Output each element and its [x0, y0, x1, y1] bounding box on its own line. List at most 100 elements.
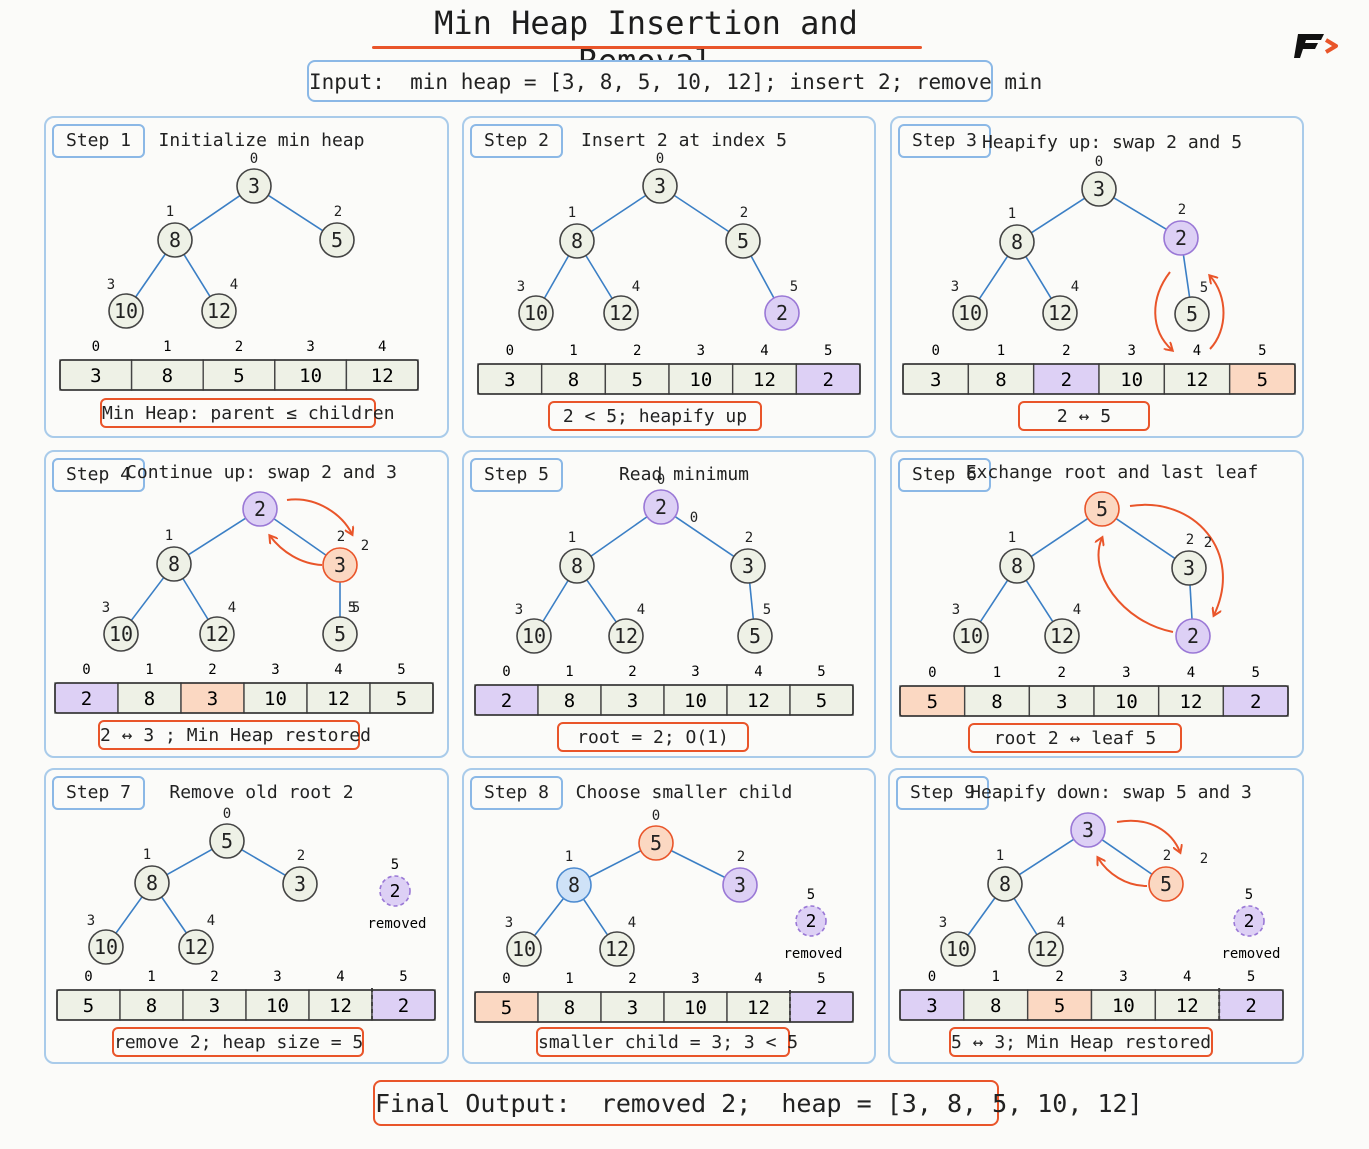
tree-edge [979, 579, 1009, 623]
node-value: 8 [169, 228, 181, 252]
step-caption: 2 < 5; heapify up [548, 401, 762, 431]
heap-node: 81 [556, 849, 592, 903]
heap-node: 50 [209, 806, 245, 859]
tree-edge [674, 515, 735, 558]
array-value: 2 [398, 995, 409, 1017]
node-value: 12 [614, 624, 638, 648]
tree-edge [115, 896, 143, 934]
array-cell: 30 [899, 969, 965, 1021]
array-cell: 32 [600, 971, 665, 1023]
heap-node: 103 [951, 279, 988, 331]
node-index: 4 [632, 279, 640, 295]
array-index: 1 [569, 343, 577, 359]
node-value: 2 [254, 497, 266, 521]
node-index: 0 [250, 151, 258, 167]
array-index: 3 [1122, 665, 1130, 681]
tree-edge [1115, 517, 1176, 560]
node-value: 3 [1082, 818, 1094, 842]
input-description: Input: min heap = [3, 8, 5, 10, 12]; ins… [307, 60, 1042, 102]
array-cell: 12 4 [1157, 665, 1225, 717]
array-index: 0 [928, 969, 936, 985]
node-index: 2 [1186, 532, 1194, 548]
array-value: 8 [991, 691, 1002, 713]
tree-edge [1182, 254, 1191, 298]
step-panel-9: 3 8 1 5 2 10 3 12 4 2 2 5 removed 3 0 8 1 5 2 10 3 12 4 2 5 Step … [888, 768, 1304, 1064]
heap-node: 103 [87, 913, 124, 965]
array-index: 0 [928, 665, 936, 681]
step-panel-1: 3 0 8 1 5 2 10 3 12 4 3 0 8 1 5 2 10 3 12 4 Step 1 Initialize… [44, 116, 449, 438]
array-cell: 32 [182, 969, 247, 1021]
node-index: 4 [207, 913, 215, 929]
tree-edge [134, 253, 167, 298]
array-index: 2 [628, 664, 636, 680]
array-index: 4 [760, 343, 768, 359]
array-cell: 20 [474, 664, 539, 716]
tree-edge [670, 849, 726, 879]
array-cell: 10 3 [243, 662, 308, 714]
node-value: 12 [1034, 937, 1058, 961]
step-caption: 5 ↔ 3; Min Heap restored [949, 1027, 1213, 1057]
array-cell: 25 [795, 343, 861, 395]
heap-node: 30 [236, 151, 272, 204]
array-index: 0 [506, 343, 514, 359]
step-title: Continue up: swap 2 and 3 [126, 462, 397, 483]
node-index: 4 [628, 915, 636, 931]
removed-index: 5 [807, 887, 815, 903]
array-index: 1 [565, 664, 573, 680]
array-cell: 32 [1028, 665, 1095, 717]
tree-edge [585, 255, 613, 299]
step-title: Exchange root and last leaf [965, 462, 1259, 483]
node-value: 8 [571, 554, 583, 578]
heap-node: 32 [282, 848, 318, 902]
array-index: 1 [565, 971, 573, 987]
heap-array: 30815210312425 [899, 969, 1284, 1022]
array-value: 12 [1180, 691, 1203, 713]
heap-node: 124 [603, 279, 640, 331]
node-value: 5 [1186, 302, 1198, 326]
node-index: 0 [1095, 154, 1103, 170]
array-index: 1 [145, 662, 153, 678]
array-index: 5 [817, 664, 825, 680]
node-value: 5 [221, 829, 233, 853]
array-value: 3 [926, 995, 937, 1017]
removed-value: 2 [390, 881, 401, 902]
node-index: 1 [1008, 530, 1016, 546]
array-cell: 12 4 [726, 664, 791, 716]
array-cell: 25 [1222, 665, 1289, 717]
array-value: 3 [207, 688, 218, 710]
tree-edge [1013, 897, 1038, 936]
node-value: 10 [114, 299, 138, 323]
array-cell: 30 [59, 339, 133, 391]
array-value: 12 [753, 369, 776, 391]
heap-node: 103 [505, 915, 542, 967]
node-index: 3 [951, 279, 959, 295]
node-index: 2 [297, 848, 305, 864]
tree-edge [586, 579, 617, 623]
array-value: 5 [816, 690, 827, 712]
array-value: 5 [1257, 369, 1268, 391]
tree-edge [1189, 584, 1193, 620]
heap-diagram: 38152103124225removed30815210312425 [899, 812, 1284, 1022]
array-index: 4 [336, 969, 344, 985]
tree-edge [188, 194, 241, 232]
array-value: 10 [684, 997, 707, 1019]
heap-node: 30 [642, 151, 678, 204]
node-value: 5 [334, 622, 346, 646]
array-value: 12 [747, 997, 770, 1019]
array-index: 5 [824, 343, 832, 359]
array-cell: 55 [789, 664, 854, 716]
title-underline [372, 46, 922, 49]
heap-node: 5 [1084, 491, 1120, 527]
node-value: 12 [207, 299, 231, 323]
swap-arrow [1154, 271, 1172, 350]
node-value: 12 [1048, 301, 1072, 325]
heap-diagram: 50813210312425removed50813210312425 [56, 806, 436, 1022]
array-index: 5 [399, 969, 407, 985]
heap-node: 81 [987, 848, 1023, 902]
array-index: 4 [754, 664, 762, 680]
heap-node: 81 [157, 204, 193, 258]
array-value: 2 [1061, 369, 1072, 391]
node-value: 5 [331, 228, 343, 252]
array-index: 3 [1127, 343, 1135, 359]
node-index: 2 [337, 529, 345, 545]
